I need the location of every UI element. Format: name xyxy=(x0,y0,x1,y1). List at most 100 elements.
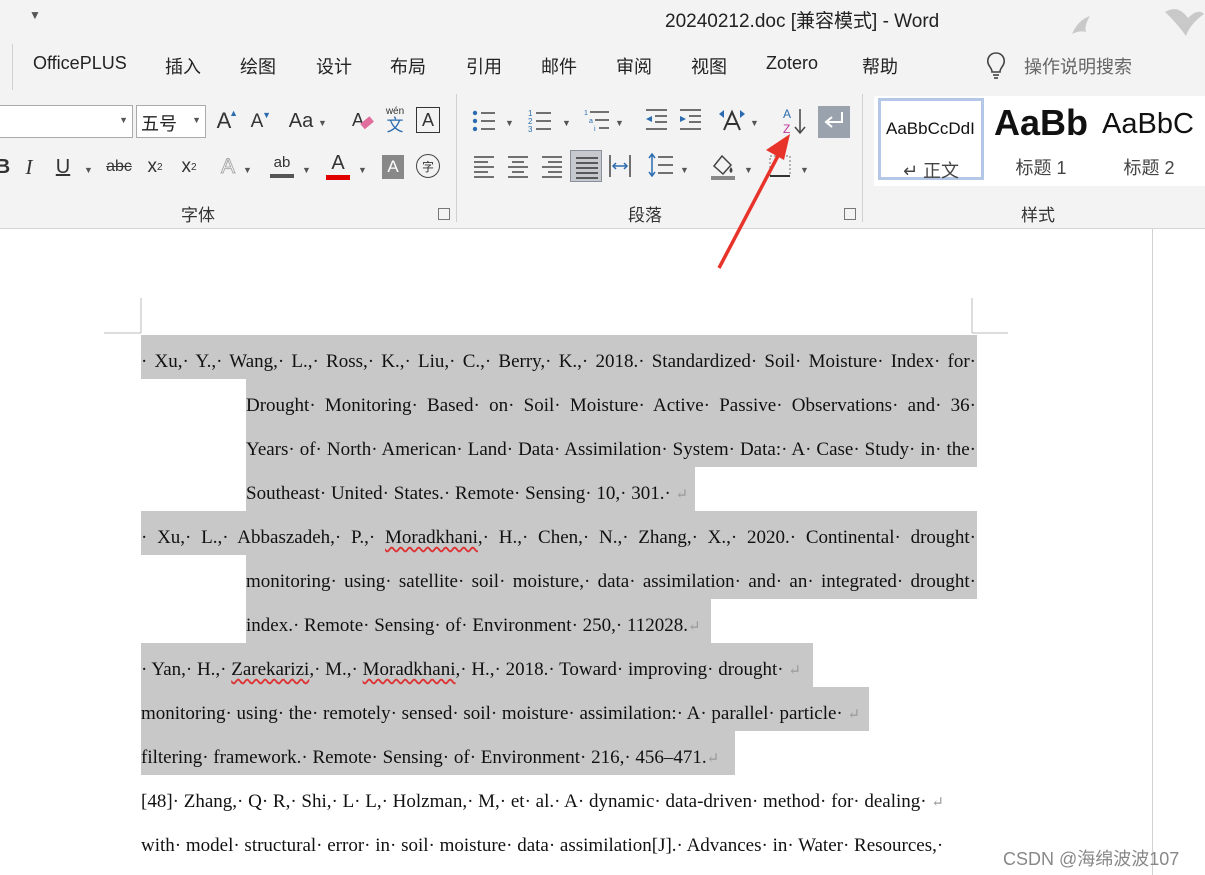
chevron-down-icon[interactable]: ▼ xyxy=(505,118,514,128)
justify-button[interactable] xyxy=(570,150,602,182)
sort-icon[interactable]: A Z xyxy=(782,106,808,136)
tab-insert[interactable]: 插入 xyxy=(165,53,201,79)
tab-officeplus[interactable]: OfficePLUS xyxy=(33,53,127,74)
strikethrough-button[interactable]: abc xyxy=(104,154,134,180)
align-right-icon[interactable] xyxy=(540,154,564,178)
line-spacing-icon[interactable] xyxy=(648,152,674,178)
chevron-down-icon[interactable]: ▼ xyxy=(358,165,367,175)
selection-gap xyxy=(141,555,246,599)
chevron-down-icon[interactable]: ▼ xyxy=(119,115,128,125)
chevron-down-icon[interactable]: ▼ xyxy=(680,165,689,175)
tab-view[interactable]: 视图 xyxy=(691,53,727,79)
character-border-button[interactable]: A xyxy=(416,107,440,133)
tab-draw[interactable]: 绘图 xyxy=(240,53,276,79)
paragraph-mark: ↵ xyxy=(675,487,689,503)
text-effects-button[interactable]: A xyxy=(216,154,240,180)
paragraph-mark-icon xyxy=(824,112,843,128)
reference-line: · Xu,· Y.,· Wang,· L.,· Ross,· K.,· Liu,… xyxy=(141,351,976,372)
caret-down-icon: ▼ xyxy=(262,110,271,120)
style-heading-2[interactable]: AaBbC 标题 2 xyxy=(1096,98,1202,180)
reference-text: filtering· framework.· Remote· Sensing· … xyxy=(141,747,707,768)
tab-mailings[interactable]: 邮件 xyxy=(541,53,577,79)
chevron-down-icon[interactable]: ▼ xyxy=(302,165,311,175)
increase-indent-icon[interactable] xyxy=(678,108,702,132)
decrease-indent-icon[interactable] xyxy=(644,108,668,132)
grow-font-button[interactable]: A ▲ xyxy=(212,108,238,134)
reference-text: [48]· Zhang,· Q· R,· Shi,· L· L,· Holzma… xyxy=(141,791,932,812)
style-preview: AaBbC xyxy=(1102,108,1194,140)
phonetic-guide-button[interactable]: wén 文 xyxy=(382,104,408,136)
reference-line: filtering· framework.· Remote· Sensing· … xyxy=(141,747,719,769)
tab-help[interactable]: 帮助 xyxy=(862,53,898,79)
italic-button[interactable]: I xyxy=(18,154,40,180)
clear-formatting-icon[interactable]: A xyxy=(350,108,374,134)
tab-layout[interactable]: 布局 xyxy=(390,53,426,79)
reference-text: ,· M.,· xyxy=(309,659,363,680)
tab-zotero[interactable]: Zotero xyxy=(766,53,818,74)
reference-line: monitoring· using· the· remotely· sensed… xyxy=(141,703,860,725)
chevron-down-icon[interactable]: ▼ xyxy=(84,165,93,175)
title-bar: ▼ 20240212.doc [兼容模式] - Word xyxy=(0,0,1205,58)
group-separator xyxy=(456,94,457,222)
chevron-down-icon[interactable]: ▼ xyxy=(318,118,327,128)
character-border-icon: A xyxy=(421,109,434,130)
text-direction-icon[interactable] xyxy=(718,108,746,134)
lightbulb-icon[interactable] xyxy=(985,51,1007,79)
style-preview: AaBbCcDdI xyxy=(886,119,975,138)
misspelled-word[interactable]: Moradkhani xyxy=(363,659,456,680)
bullets-icon[interactable] xyxy=(472,110,496,132)
bold-button[interactable]: B xyxy=(0,154,10,180)
misspelled-word[interactable]: Moradkhani xyxy=(385,527,478,548)
svg-text:3: 3 xyxy=(528,125,533,134)
superscript-button[interactable]: x2 xyxy=(178,154,200,180)
borders-icon[interactable] xyxy=(768,154,792,178)
misspelled-word[interactable]: Zarekarizi xyxy=(231,659,309,680)
chevron-down-icon[interactable]: ▼ xyxy=(243,165,252,175)
paragraph-dialog-launcher-icon[interactable] xyxy=(844,208,856,220)
paragraph-mark: ↵ xyxy=(788,663,801,679)
align-center-icon[interactable] xyxy=(506,154,530,178)
change-case-button[interactable]: Aa xyxy=(285,108,317,134)
window-title: 20240212.doc [兼容模式] - Word xyxy=(665,11,940,32)
watermark: CSDN @海绵波波107 xyxy=(1003,849,1180,869)
font-name-combobox[interactable]: ▼ xyxy=(0,105,133,138)
font-color-button[interactable]: A xyxy=(326,152,350,180)
quick-access-dropdown-icon[interactable]: ▼ xyxy=(29,8,41,22)
reference-line: monitoring· using· satellite· soil· mois… xyxy=(246,571,976,592)
chevron-down-icon[interactable]: ▼ xyxy=(192,115,201,125)
paragraph-shading-icon[interactable] xyxy=(710,152,736,180)
tab-references[interactable]: 引用 xyxy=(466,53,502,79)
underline-button[interactable]: U xyxy=(52,154,74,180)
tab-design[interactable]: 设计 xyxy=(316,53,352,79)
chevron-down-icon[interactable]: ▼ xyxy=(750,118,759,128)
font-size-value: 五号 xyxy=(141,114,177,134)
chevron-down-icon[interactable]: ▼ xyxy=(615,118,624,128)
character-shading-button[interactable]: A xyxy=(382,155,404,179)
styles-group-label: 样式 xyxy=(1021,206,1055,225)
ribbon: ▼ 五号 ▼ A ▲ A ▼ Aa ▼ A wén 文 A B I U ▼ abc … xyxy=(0,90,1205,229)
chevron-down-icon[interactable]: ▼ xyxy=(744,165,753,175)
distributed-align-icon[interactable] xyxy=(608,154,632,178)
font-dialog-launcher-icon[interactable] xyxy=(438,208,450,220)
reference-line: index.· Remote· Sensing· of· Environment… xyxy=(246,615,701,637)
style-normal[interactable]: AaBbCcDdI ↵ 正文 xyxy=(878,98,984,181)
enclose-characters-button[interactable]: 字 xyxy=(416,154,440,178)
enclose-characters-icon: 字 xyxy=(421,159,434,174)
numbering-icon[interactable]: 123 xyxy=(528,108,552,134)
shrink-font-button[interactable]: A ▼ xyxy=(246,110,271,134)
chevron-down-icon[interactable]: ▼ xyxy=(562,118,571,128)
highlight-button[interactable]: ab xyxy=(268,152,296,180)
tab-review[interactable]: 审阅 xyxy=(616,53,652,79)
font-size-combobox[interactable]: 五号 ▼ xyxy=(136,105,206,138)
paragraph-group-label: 段落 xyxy=(628,206,662,225)
style-heading-1[interactable]: AaBb 标题 1 xyxy=(988,98,1094,180)
chevron-down-icon[interactable]: ▼ xyxy=(800,165,809,175)
align-left-icon[interactable] xyxy=(472,154,496,178)
tell-me-search[interactable]: 操作说明搜索 xyxy=(1024,53,1132,79)
subscript-button[interactable]: x2 xyxy=(144,154,166,180)
text-effects-icon: A xyxy=(220,155,235,179)
show-formatting-marks-button[interactable] xyxy=(818,106,850,138)
style-name: ↵ 正文 xyxy=(902,161,960,181)
multilevel-list-icon[interactable]: 1ai xyxy=(584,108,610,134)
reference-text: monitoring· using· the· remotely· sensed… xyxy=(141,703,848,724)
